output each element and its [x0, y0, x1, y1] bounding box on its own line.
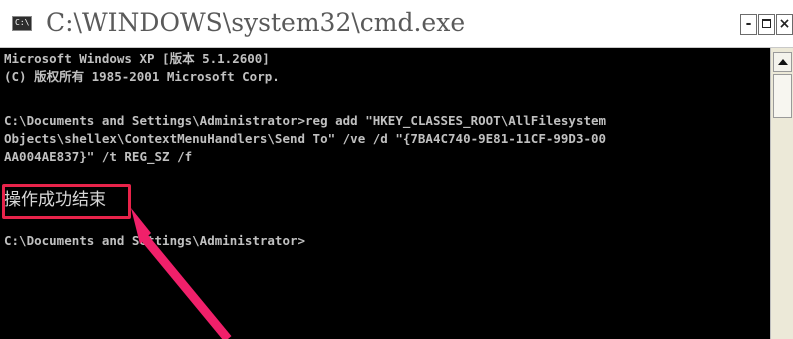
cmd-window: C:\ C:\WINDOWS\system32\cmd.exe - × Micr…	[0, 0, 793, 339]
arrow-shaft	[139, 233, 232, 339]
pointer-arrow-icon	[131, 208, 232, 339]
